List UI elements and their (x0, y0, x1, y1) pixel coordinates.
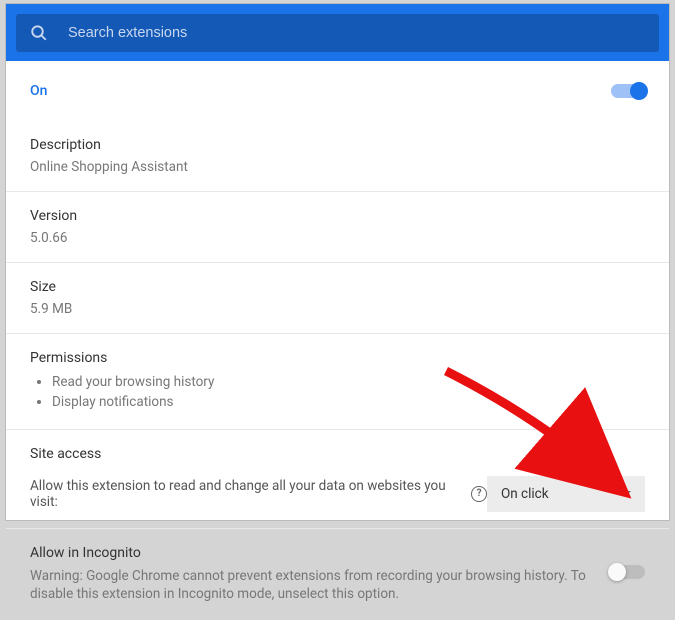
site-access-row: Allow this extension to read and change … (30, 476, 645, 512)
size-section: Size 5.9 MB (6, 263, 669, 334)
list-item: Read your browsing history (52, 372, 645, 392)
description-value: Online Shopping Assistant (30, 159, 645, 175)
dropdown-value: On click (501, 486, 549, 502)
incognito-title: Allow in Incognito (30, 545, 591, 561)
site-access-label: Allow this extension to read and change … (30, 478, 487, 510)
status-section: On (6, 61, 669, 121)
description-title: Description (30, 137, 645, 153)
permissions-title: Permissions (30, 350, 645, 366)
help-icon[interactable]: ? (471, 486, 487, 502)
chevron-down-icon (621, 491, 631, 496)
list-item: Display notifications (52, 392, 645, 412)
content-area: On Description Online Shopping Assistant… (6, 61, 669, 620)
permissions-section: Permissions Read your browsing history D… (6, 334, 669, 430)
version-title: Version (30, 208, 645, 224)
toggle-thumb (630, 82, 648, 100)
incognito-warning: Warning: Google Chrome cannot prevent ex… (30, 567, 591, 605)
size-value: 5.9 MB (30, 301, 645, 317)
site-access-dropdown[interactable]: On click (487, 476, 645, 512)
enable-toggle[interactable] (611, 84, 645, 98)
permissions-list: Read your browsing history Display notif… (30, 372, 645, 413)
toggle-thumb (608, 563, 626, 581)
site-access-title: Site access (30, 446, 645, 462)
search-input[interactable] (68, 25, 645, 41)
version-section: Version 5.0.66 (6, 192, 669, 263)
description-section: Description Online Shopping Assistant (6, 121, 669, 192)
status-label: On (30, 83, 47, 99)
size-title: Size (30, 279, 645, 295)
search-bar[interactable] (16, 14, 659, 52)
site-access-text: Allow this extension to read and change … (30, 478, 463, 510)
header-bar (6, 4, 669, 61)
site-access-section: Site access Allow this extension to read… (6, 430, 669, 529)
version-value: 5.0.66 (30, 230, 645, 246)
incognito-section: Allow in Incognito Warning: Google Chrom… (6, 529, 669, 620)
search-icon (30, 24, 48, 42)
incognito-toggle[interactable] (611, 565, 645, 579)
